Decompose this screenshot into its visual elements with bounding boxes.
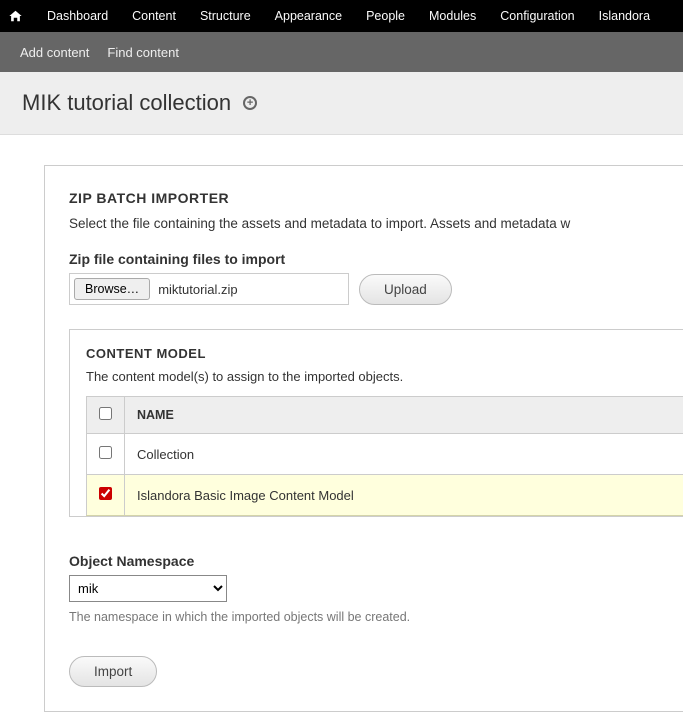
nav-structure[interactable]: Structure bbox=[188, 0, 263, 32]
page-title: MIK tutorial collection bbox=[22, 90, 231, 116]
selected-file-name: miktutorial.zip bbox=[158, 282, 237, 297]
row-label: Collection bbox=[125, 434, 683, 475]
file-field-label: Zip file containing files to import bbox=[69, 251, 683, 267]
title-region: MIK tutorial collection + bbox=[0, 72, 683, 135]
nav-islandora[interactable]: Islandora bbox=[587, 0, 662, 32]
name-column-header: NAME bbox=[125, 397, 683, 434]
nav-dashboard[interactable]: Dashboard bbox=[35, 0, 120, 32]
shortcut-bar: Add content Find content bbox=[0, 32, 683, 72]
home-icon[interactable] bbox=[8, 9, 23, 23]
importer-panel: ZIP BATCH IMPORTER Select the file conta… bbox=[44, 165, 683, 712]
upload-button[interactable]: Upload bbox=[359, 274, 452, 305]
row-checkbox[interactable] bbox=[99, 487, 112, 500]
namespace-select[interactable]: mik bbox=[69, 575, 227, 602]
importer-title: ZIP BATCH IMPORTER bbox=[69, 190, 683, 206]
nav-appearance[interactable]: Appearance bbox=[263, 0, 354, 32]
nav-configuration[interactable]: Configuration bbox=[488, 0, 586, 32]
admin-toolbar: Dashboard Content Structure Appearance P… bbox=[0, 0, 683, 32]
add-shortcut-icon[interactable]: + bbox=[243, 96, 257, 110]
nav-people[interactable]: People bbox=[354, 0, 417, 32]
browse-button[interactable]: Browse… bbox=[74, 278, 150, 300]
add-content-link[interactable]: Add content bbox=[20, 45, 89, 60]
content-model-fieldset: CONTENT MODEL The content model(s) to as… bbox=[69, 329, 683, 517]
content-model-title: CONTENT MODEL bbox=[86, 346, 683, 361]
find-content-link[interactable]: Find content bbox=[107, 45, 179, 60]
select-all-checkbox[interactable] bbox=[99, 407, 112, 420]
table-row: Collection bbox=[87, 434, 683, 475]
nav-content[interactable]: Content bbox=[120, 0, 188, 32]
row-checkbox[interactable] bbox=[99, 446, 112, 459]
file-input[interactable]: Browse… miktutorial.zip bbox=[69, 273, 349, 305]
table-row: Islandora Basic Image Content Model bbox=[87, 475, 683, 516]
content-model-table: NAME Collection Islandora Basic Image Co… bbox=[86, 396, 683, 516]
namespace-label: Object Namespace bbox=[69, 553, 683, 569]
content-model-description: The content model(s) to assign to the im… bbox=[86, 369, 683, 384]
select-all-header bbox=[87, 397, 125, 434]
nav-modules[interactable]: Modules bbox=[417, 0, 488, 32]
import-button[interactable]: Import bbox=[69, 656, 157, 687]
importer-description: Select the file containing the assets an… bbox=[69, 216, 683, 231]
row-label: Islandora Basic Image Content Model bbox=[125, 475, 683, 516]
namespace-helper: The namespace in which the imported obje… bbox=[69, 610, 683, 624]
